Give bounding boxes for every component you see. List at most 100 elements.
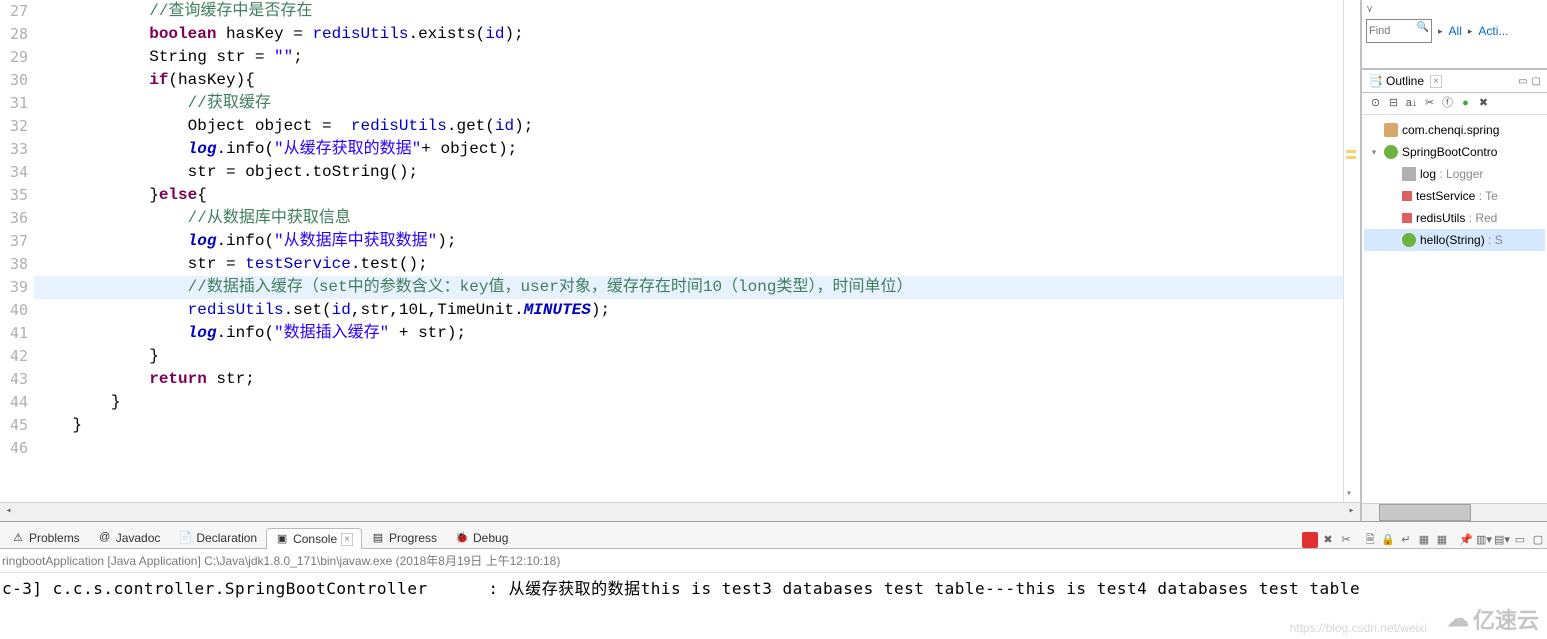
code-line[interactable]: String str = ""; [34,46,1343,69]
code-line[interactable]: }else{ [34,184,1343,207]
remove-launch-icon[interactable]: ✖ [1320,532,1336,548]
tab-icon: @ [98,531,112,545]
maximize-icon[interactable]: ▢ [1532,76,1541,87]
code-line[interactable]: Object object = redisUtils.get(id); [34,115,1343,138]
code-line[interactable]: boolean hasKey = redisUtils.exists(id); [34,23,1343,46]
tab-debug[interactable]: 🐞Debug [446,527,517,548]
outline-node[interactable]: redisUtils : Red [1364,207,1545,229]
ruler-marker[interactable] [1346,150,1356,153]
code-view[interactable]: //查询缓存中是否存在 boolean hasKey = redisUtils.… [30,0,1343,502]
show-on-out-icon[interactable]: ▦ [1416,532,1432,548]
line-number: 33 [2,138,28,161]
open-console-icon[interactable]: ▤▾ [1494,532,1510,548]
tab-icon: ▣ [275,532,289,546]
node-label: SpringBootContro [1402,145,1497,159]
code-line[interactable]: str = testService.test(); [34,253,1343,276]
outline-node[interactable]: hello(String) : S [1364,229,1545,251]
focus-icon[interactable]: ⊙ [1368,96,1383,111]
logo: ☁亿速云 [1447,603,1539,635]
hide-nonpublic-icon[interactable]: ✖ [1476,96,1491,111]
tree-twistie[interactable]: ▾ [1368,147,1380,158]
tab-label: Declaration [196,531,257,545]
node-label: testService : Te [1416,189,1498,203]
code-line[interactable]: } [34,391,1343,414]
outline-node[interactable]: testService : Te [1364,185,1545,207]
fld-i-icon [1402,213,1412,223]
hide-static-icon[interactable]: ● [1458,96,1473,111]
line-number: 45 [2,414,28,437]
scroll-lock-icon[interactable]: 🔒 [1380,532,1396,548]
outline-h-scrollbar[interactable] [1362,503,1547,521]
expander-icon[interactable]: ⋎ [1366,4,1543,15]
code-line[interactable]: //数据插入缓存（set中的参数含义：key值，user对象，缓存存在时间10（… [34,276,1343,299]
code-line[interactable]: log.info("数据插入缓存" + str); [34,322,1343,345]
tab-problems[interactable]: ⚠Problems [2,527,89,548]
remove-all-icon[interactable]: ✂ [1338,532,1354,548]
console-launch-label: ringbootApplication [Java Application] C… [0,549,1547,573]
code-line[interactable]: } [34,345,1343,368]
word-wrap-icon[interactable]: ↵ [1398,532,1414,548]
close-icon[interactable]: × [341,533,353,546]
code-line[interactable]: //从数据库中获取信息 [34,207,1343,230]
outline-node[interactable]: ▾ SpringBootContro [1364,141,1545,163]
line-number: 29 [2,46,28,69]
line-number: 46 [2,437,28,460]
hide-fields-icon[interactable]: ⓕ [1440,96,1455,111]
outline-icon: 📑 [1368,74,1382,88]
line-number: 37 [2,230,28,253]
minimize-icon[interactable]: ▭ [1518,76,1527,87]
tab-progress[interactable]: ▤Progress [362,527,446,548]
line-number: 39 [2,276,28,299]
code-line[interactable]: log.info("从缓存获取的数据"+ object); [34,138,1343,161]
scrollbar-thumb[interactable] [1379,504,1471,521]
cloud-icon: ☁ [1447,606,1469,632]
console-output[interactable]: c-3] c.c.s.controller.SpringBootControll… [0,573,1547,599]
code-line[interactable] [34,437,1343,460]
code-area[interactable]: 2728293031323334353637383940414243444546… [0,0,1360,502]
node-label: log : Logger [1420,167,1483,181]
close-icon[interactable]: × [1430,75,1442,88]
code-line[interactable]: //查询缓存中是否存在 [34,0,1343,23]
pin-console-icon[interactable]: 📌 [1458,532,1474,548]
chevron-down-icon[interactable]: ▾ [1346,488,1352,500]
activate-link[interactable]: Acti... [1478,24,1508,38]
code-line[interactable]: //获取缓存 [34,92,1343,115]
scroll-left-arrow[interactable]: ◂ [0,504,17,520]
code-line[interactable]: if(hasKey){ [34,69,1343,92]
sort-icon[interactable]: a↓ [1404,96,1419,111]
line-number: 43 [2,368,28,391]
tab-javadoc[interactable]: @Javadoc [89,527,170,548]
outline-view: 📑 Outline × ▭ ▢ ⊙ ⊟ a↓ ✂ ⓕ ● ✖ com.chenq… [1362,69,1547,521]
outline-node[interactable]: com.chenqi.spring [1364,119,1545,141]
collapse-icon[interactable]: ⊟ [1386,96,1401,111]
tab-console[interactable]: ▣Console × [266,528,362,549]
code-line[interactable]: redisUtils.set(id,str,10L,TimeUnit.MINUT… [34,299,1343,322]
outline-tree[interactable]: com.chenqi.spring ▾ SpringBootContro log : … [1362,115,1547,503]
all-link[interactable]: All [1449,24,1462,38]
min-icon[interactable]: ▭ [1512,532,1528,548]
ruler-marker[interactable] [1346,156,1356,159]
terminate-icon[interactable] [1302,532,1318,548]
search-icon[interactable]: 🔍 [1417,22,1429,33]
outline-node[interactable]: log : Logger [1364,163,1545,185]
overview-ruler[interactable]: ▾ [1343,0,1360,502]
max-icon[interactable]: ▢ [1530,532,1546,548]
code-line[interactable]: return str; [34,368,1343,391]
tab-declaration[interactable]: 📄Declaration [169,527,266,548]
line-number: 31 [2,92,28,115]
code-line[interactable]: } [34,414,1343,437]
scroll-right-arrow[interactable]: ▸ [1343,504,1360,520]
right-panel: ⋎ 🔍 ▸ All ▸ Acti... 📑 Outline × [1361,0,1547,521]
line-number: 41 [2,322,28,345]
filter-icon[interactable]: ✂ [1422,96,1437,111]
code-line[interactable]: str = object.toString(); [34,161,1343,184]
clear-console-icon[interactable]: 🗎 [1362,532,1378,548]
bottom-panel: ⚠Problems@Javadoc📄Declaration▣Console ×▤… [0,521,1547,639]
watermark-text: https://blog.csdn.net/weixi [1290,621,1427,635]
tab-icon: ▤ [371,531,385,545]
line-number: 35 [2,184,28,207]
display-selected-icon[interactable]: ▥▾ [1476,532,1492,548]
show-on-err-icon[interactable]: ▦ [1434,532,1450,548]
editor-h-scrollbar[interactable]: ◂ ▸ [0,502,1360,521]
code-line[interactable]: log.info("从数据库中获取数据"); [34,230,1343,253]
